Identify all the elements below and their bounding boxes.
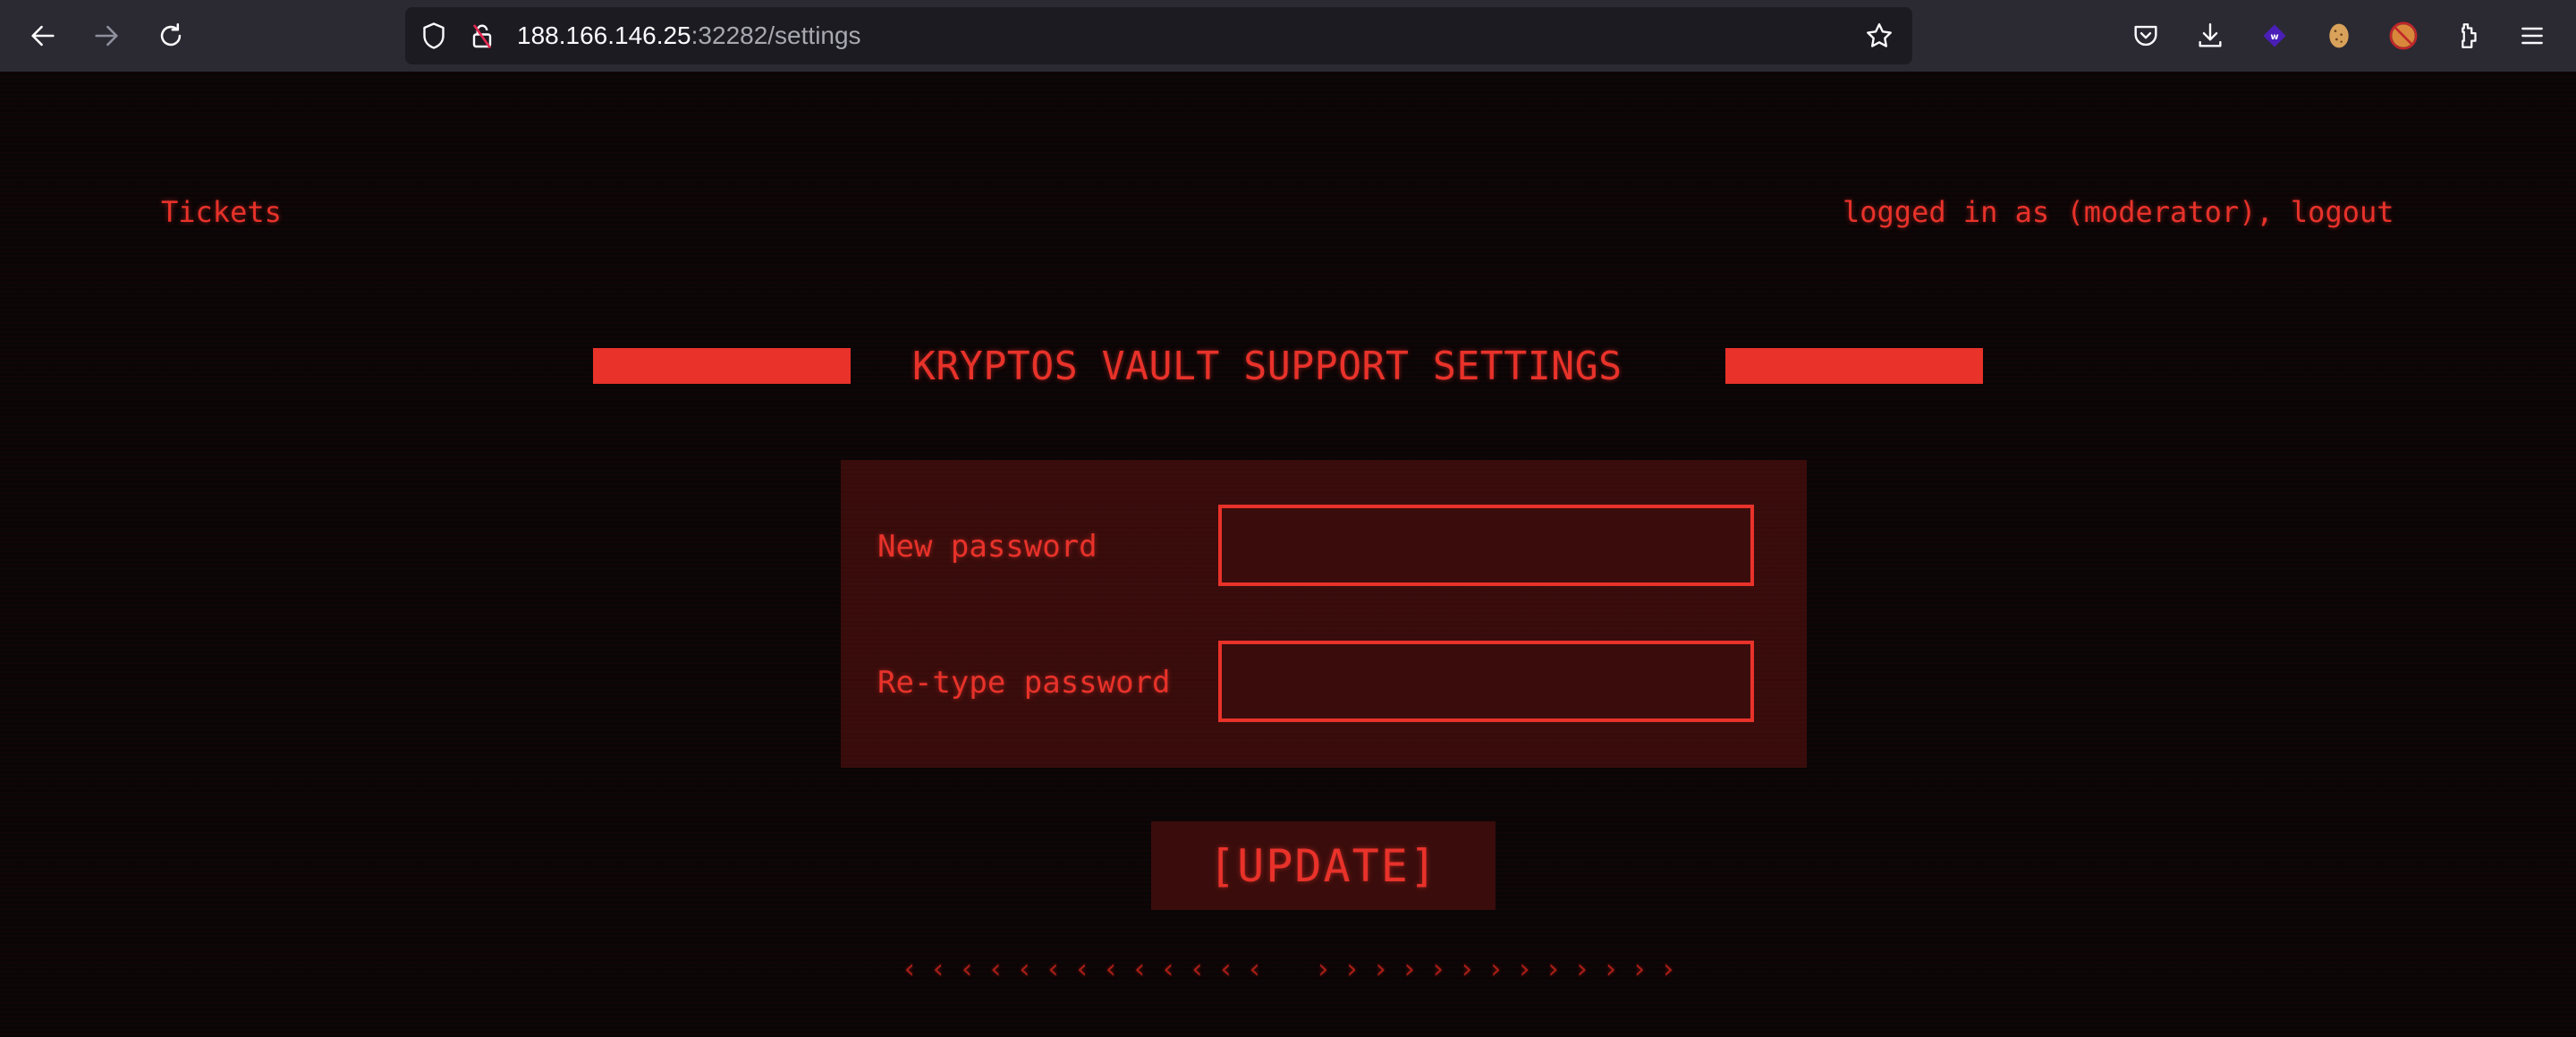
left-chevron-icon: ‹ bbox=[1189, 954, 1206, 985]
right-chevron-icon: › bbox=[1343, 954, 1360, 985]
wappalyzer-extension-button[interactable]: w bbox=[2257, 18, 2292, 54]
extensions-button[interactable] bbox=[2450, 18, 2486, 54]
reload-icon bbox=[160, 22, 182, 47]
left-chevron-icon: ‹ bbox=[902, 954, 919, 985]
wappalyzer-extension-icon: w bbox=[2263, 24, 2286, 47]
settings-form: New password Re-type password bbox=[841, 460, 1807, 768]
blocked-extension-button[interactable] bbox=[2385, 18, 2421, 54]
browser-toolbar: 188.166.146.25:32282/settings w bbox=[0, 0, 2576, 72]
svg-text:w: w bbox=[2270, 32, 2278, 42]
extensions-puzzle-icon bbox=[2462, 23, 2477, 48]
new-password-label: New password bbox=[877, 529, 1097, 565]
cookie-editor-extension-icon bbox=[2329, 23, 2349, 48]
downloads-icon bbox=[2199, 23, 2222, 47]
page: Tickets logged in as (moderator), logout… bbox=[0, 72, 2576, 1037]
update-button[interactable]: [UPDATE] bbox=[1151, 821, 1496, 910]
url-path: :32282/settings bbox=[691, 21, 861, 49]
bookmark-star-icon[interactable] bbox=[1863, 20, 1895, 52]
left-chevron-icon: ‹ bbox=[959, 954, 976, 985]
title-decor-bar-right bbox=[1725, 348, 1983, 384]
left-chevron-icon: ‹ bbox=[1131, 954, 1148, 985]
back-button[interactable] bbox=[21, 14, 64, 57]
logout-link[interactable]: logout bbox=[2291, 195, 2394, 229]
right-chevron-icon: › bbox=[1315, 954, 1332, 985]
pocket-icon bbox=[2134, 25, 2157, 47]
tracking-protection-shield-icon[interactable] bbox=[418, 20, 450, 52]
right-chevron-icon: › bbox=[1659, 954, 1676, 985]
left-chevron-icon: ‹ bbox=[1246, 954, 1263, 985]
app-menu-icon bbox=[2521, 27, 2543, 45]
retype-password-label: Re-type password bbox=[877, 665, 1171, 701]
left-chevron-icon: ‹ bbox=[1045, 954, 1062, 985]
right-chevron-icon: › bbox=[1631, 954, 1648, 985]
right-chevron-icon: › bbox=[1602, 954, 1619, 985]
cookie-editor-extension-button[interactable] bbox=[2321, 18, 2357, 54]
pocket-button[interactable] bbox=[2128, 18, 2164, 54]
reload-button[interactable] bbox=[149, 14, 192, 57]
right-chevron-icon: › bbox=[1487, 954, 1504, 985]
address-bar[interactable]: 188.166.146.25:32282/settings bbox=[405, 7, 1912, 64]
right-chevron-icon: › bbox=[1401, 954, 1418, 985]
left-chevron-icon: ‹ bbox=[1103, 954, 1120, 985]
forward-arrow-icon bbox=[95, 25, 118, 47]
tickets-link[interactable]: Tickets bbox=[161, 194, 282, 230]
left-chevron-icon: ‹ bbox=[1016, 954, 1033, 985]
left-chevron-icon: ‹ bbox=[930, 954, 947, 985]
back-arrow-icon bbox=[31, 25, 55, 47]
url-host: 188.166.146.25 bbox=[517, 21, 691, 49]
left-chevron-icon: ‹ bbox=[1160, 954, 1177, 985]
title-decor-bar-left bbox=[593, 348, 851, 384]
app-menu-button[interactable] bbox=[2514, 18, 2550, 54]
url-text[interactable]: 188.166.146.25:32282/settings bbox=[517, 7, 861, 64]
downloads-button[interactable] bbox=[2192, 18, 2228, 54]
left-chevron-icon: ‹ bbox=[1217, 954, 1234, 985]
retype-password-input[interactable] bbox=[1218, 641, 1754, 722]
page-title: KRYPTOS VAULT SUPPORT SETTINGS bbox=[912, 344, 1623, 389]
right-chevron-icon: › bbox=[1458, 954, 1475, 985]
forward-button[interactable] bbox=[85, 14, 128, 57]
logged-in-as-text: logged in as (moderator), bbox=[1843, 195, 2291, 229]
left-chevron-icon: ‹ bbox=[1073, 954, 1090, 985]
right-chevron-icon: › bbox=[1545, 954, 1562, 985]
right-chevron-icon: › bbox=[1516, 954, 1533, 985]
chevron-decor-right: › › › › › › › › › › › › › bbox=[1315, 954, 1676, 986]
right-chevron-icon: › bbox=[1372, 954, 1389, 985]
new-password-input[interactable] bbox=[1218, 505, 1754, 586]
left-chevron-icon: ‹ bbox=[987, 954, 1004, 985]
user-status: logged in as (moderator), logout bbox=[1843, 194, 2394, 230]
right-chevron-icon: › bbox=[1429, 954, 1446, 985]
chevron-decor-left: ‹ ‹ ‹ ‹ ‹ ‹ ‹ ‹ ‹ ‹ ‹ ‹ ‹ bbox=[902, 954, 1263, 986]
blocked-extension-icon bbox=[2389, 21, 2418, 50]
right-chevron-icon: › bbox=[1573, 954, 1590, 985]
insecure-lock-icon[interactable] bbox=[466, 20, 498, 52]
